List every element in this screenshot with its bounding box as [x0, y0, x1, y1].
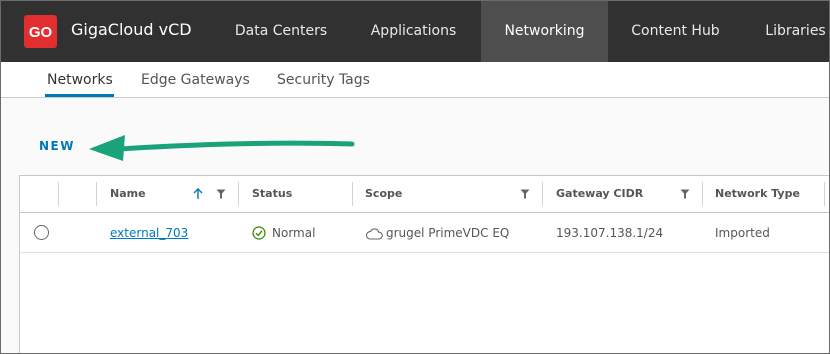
column-header-status[interactable]: Status [252, 187, 292, 200]
cloud-icon [366, 228, 383, 240]
nav-applications[interactable]: Applications [346, 1, 481, 62]
row-select-radio[interactable] [34, 225, 49, 240]
filter-icon[interactable] [216, 189, 226, 199]
main-content: NEW Name Status Scope Gateway CIDR Netwo… [1, 98, 829, 353]
tab-networks[interactable]: Networks [47, 72, 113, 88]
annotation-arrow-icon [89, 135, 355, 161]
nav-networking[interactable]: Networking [481, 1, 608, 62]
column-header-network-type[interactable]: Network Type [715, 187, 800, 200]
grid-header: Name Status Scope Gateway CIDR Network T… [20, 176, 829, 213]
column-header-name[interactable]: Name [110, 187, 146, 200]
filter-icon[interactable] [680, 189, 690, 199]
column-separator [238, 182, 239, 206]
networks-datagrid: Name Status Scope Gateway CIDR Network T… [19, 175, 829, 353]
nav-content-hub[interactable]: Content Hub [608, 1, 743, 62]
column-separator [58, 182, 59, 206]
active-tab-indicator [45, 94, 114, 97]
column-header-gateway-cidr[interactable]: Gateway CIDR [556, 187, 643, 200]
column-separator [352, 182, 353, 206]
arrow-up-icon[interactable] [193, 188, 203, 200]
column-separator [824, 182, 825, 206]
gateway-cidr-value: 193.107.138.1/24 [556, 226, 664, 240]
status-value: Normal [272, 226, 316, 240]
network-name-link[interactable]: external_703 [110, 226, 188, 240]
filter-icon[interactable] [520, 189, 530, 199]
tab-security-tags[interactable]: Security Tags [277, 72, 370, 88]
tab-edge-gateways[interactable]: Edge Gateways [141, 72, 250, 88]
brand-title[interactable]: GigaCloud vCD [71, 20, 192, 39]
sub-navigation: Networks Edge Gateways Security Tags [1, 62, 829, 98]
column-header-scope[interactable]: Scope [365, 187, 402, 200]
nav-data-centers[interactable]: Data Centers [216, 1, 346, 62]
scope-value: grugel PrimeVDC EQ [386, 226, 510, 240]
nav-libraries[interactable]: Libraries [743, 1, 829, 62]
table-row[interactable]: external_703 Normal grugel PrimeVDC EQ 1… [20, 213, 829, 253]
new-button[interactable]: NEW [39, 139, 75, 153]
column-separator [702, 182, 703, 206]
svg-text:GO: GO [29, 24, 53, 41]
column-separator [542, 182, 543, 206]
top-header: GO GigaCloud vCD Data Centers Applicatio… [1, 1, 829, 62]
check-circle-icon [252, 226, 266, 240]
column-separator [96, 182, 97, 206]
giga-cloud-logo-icon[interactable]: GO [24, 15, 57, 48]
app-window: GO GigaCloud vCD Data Centers Applicatio… [0, 0, 830, 354]
network-type-value: Imported [715, 226, 770, 240]
